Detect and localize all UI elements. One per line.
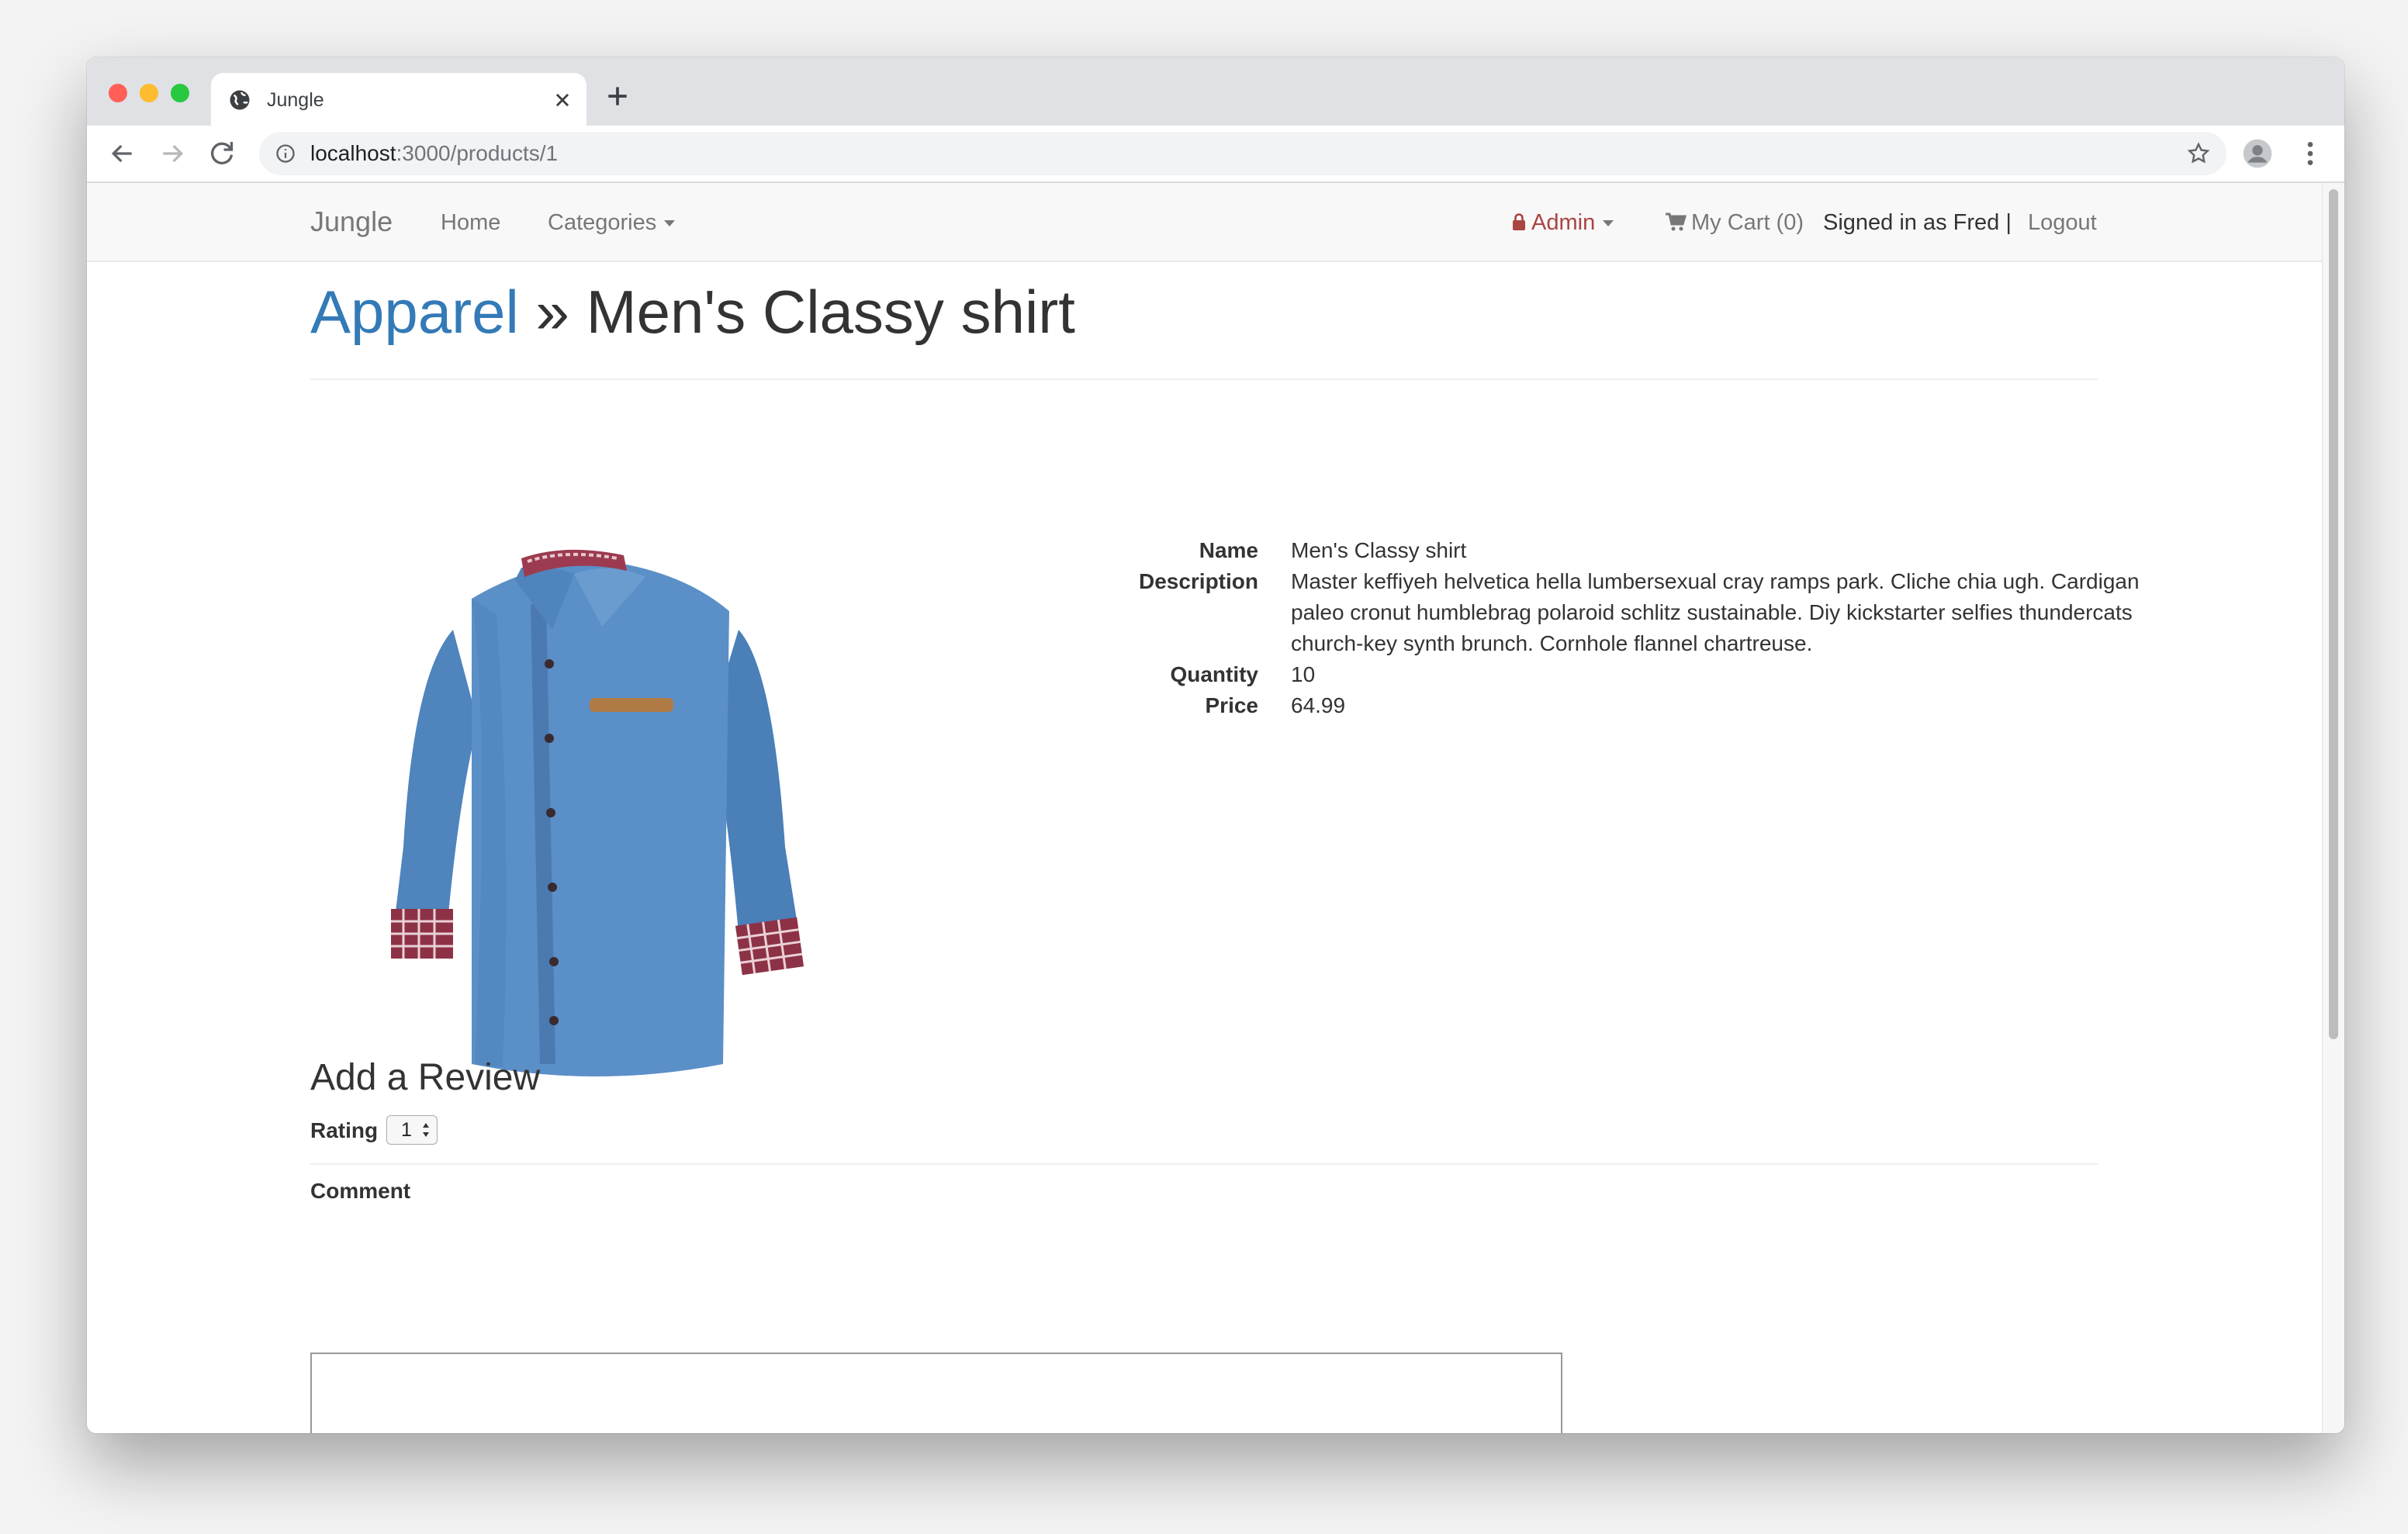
product-title: Men's Classy shirt	[586, 278, 1075, 346]
profile-icon[interactable]	[2242, 138, 2273, 169]
globe-icon	[230, 90, 250, 110]
browser-toolbar: localhost:3000/products/1	[87, 126, 2344, 183]
brand-link[interactable]: Jungle	[310, 206, 393, 237]
nav-categories-label: Categories	[548, 210, 657, 235]
detail-value: 10	[1291, 662, 1316, 686]
detail-label: Description	[1138, 569, 1258, 593]
detail-label: Name	[1199, 538, 1258, 562]
comment-label: Comment	[310, 1179, 411, 1203]
star-icon[interactable]	[2186, 141, 2211, 166]
close-window-button[interactable]	[109, 84, 127, 102]
detail-value: Master keffiyeh helvetica hella lumberse…	[1291, 569, 2140, 655]
page-viewport: Jungle Home Categories Admin My Cart (0)…	[87, 183, 2344, 1433]
nav-admin-dropdown[interactable]: Admin	[1511, 209, 1614, 236]
scrollbar-thumb[interactable]	[2329, 189, 2338, 1039]
detail-value: Men's Classy shirt	[1291, 538, 1467, 562]
rating-label: Rating	[310, 1118, 379, 1142]
detail-row-quantity: Quantity 10	[1002, 659, 2166, 690]
kebab-menu-icon[interactable]	[2295, 138, 2326, 169]
up-down-arrows-icon	[423, 1123, 429, 1137]
url-host: localhost	[310, 141, 396, 165]
url-text[interactable]: localhost:3000/products/1	[310, 142, 558, 165]
nav-home[interactable]: Home	[441, 209, 500, 236]
page-title: Apparel » Men's Classy shirt	[310, 275, 1075, 349]
info-icon[interactable]	[275, 143, 296, 164]
new-tab-button[interactable]	[602, 81, 633, 112]
nav-admin-label: Admin	[1531, 210, 1596, 235]
rating-value: 1	[401, 1119, 412, 1141]
minimize-window-button[interactable]	[140, 84, 158, 102]
detail-label: Price	[1205, 693, 1259, 717]
site-navbar: Jungle Home Categories Admin My Cart (0)…	[87, 183, 2323, 262]
breadcrumb-separator: »	[535, 278, 569, 346]
caret-down-icon	[664, 220, 676, 227]
arrow-left-icon[interactable]	[107, 138, 138, 169]
shopping-cart-icon	[1666, 212, 1687, 231]
nav-cart[interactable]: My Cart (0)	[1665, 209, 1804, 236]
rating-select[interactable]: 1	[386, 1115, 438, 1145]
reload-icon[interactable]	[206, 138, 237, 169]
address-bar[interactable]: localhost:3000/products/1	[259, 132, 2226, 175]
maximize-window-button[interactable]	[171, 84, 189, 102]
detail-row-price: Price 64.99	[1002, 690, 2166, 721]
nav-logout[interactable]: Logout	[2028, 209, 2097, 236]
detail-value: 64.99	[1291, 693, 1346, 717]
detail-row-name: Name Men's Classy shirt	[1002, 535, 2166, 566]
product-details: Name Men's Classy shirt Description Mast…	[1002, 535, 2166, 721]
url-path: :3000/products/1	[396, 141, 559, 165]
detail-row-description: Description Master keffiyeh helvetica he…	[1002, 566, 2166, 659]
caret-down-icon	[1603, 220, 1614, 227]
signed-in-text: Signed in as Fred |	[1823, 210, 2012, 235]
tab-strip: Jungle	[87, 57, 2344, 127]
nav-cart-label: My Cart (0)	[1691, 210, 1804, 235]
browser-window: Jungle localhost:3000/products/1 Jungle …	[87, 57, 2344, 1433]
arrow-right-icon[interactable]	[157, 138, 188, 169]
comment-textarea[interactable]	[310, 1353, 1562, 1433]
tab-jungle[interactable]: Jungle	[211, 73, 586, 127]
category-link[interactable]: Apparel	[310, 278, 519, 346]
product-image	[391, 549, 804, 1076]
divider	[310, 378, 2098, 380]
close-icon[interactable]	[549, 87, 576, 113]
nav-categories-dropdown[interactable]: Categories	[548, 209, 676, 236]
review-heading: Add a Review	[310, 1057, 541, 1098]
lock-icon	[1513, 213, 1525, 230]
tab-title: Jungle	[267, 89, 324, 111]
divider	[310, 1163, 2098, 1165]
detail-label: Quantity	[1170, 662, 1258, 686]
scrollbar[interactable]	[2322, 183, 2344, 1433]
